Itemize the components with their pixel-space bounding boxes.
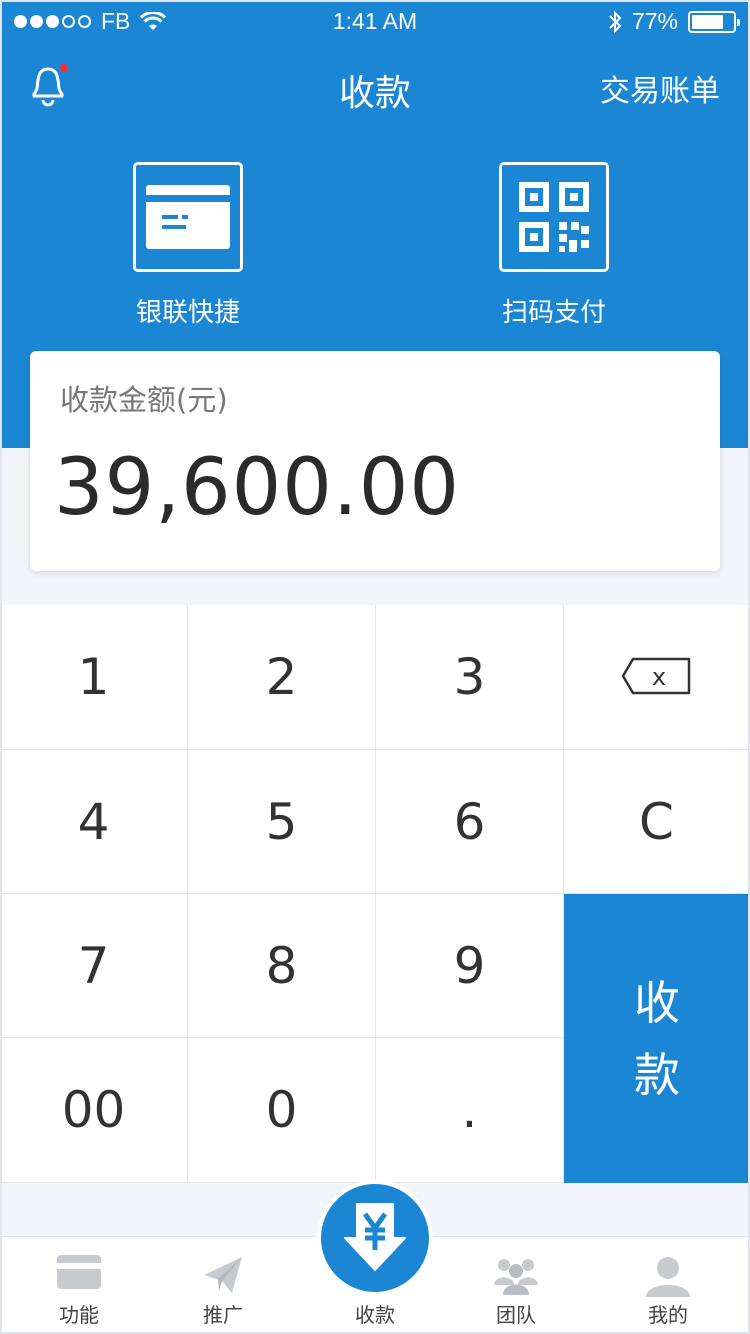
- backspace-icon: x: [621, 657, 690, 695]
- tab-label: 我的: [648, 1303, 688, 1327]
- unionpay-quick-label: 银联快捷: [135, 298, 240, 328]
- qr-code-icon: [499, 162, 609, 272]
- key-2[interactable]: 2: [188, 605, 376, 750]
- scan-pay-option[interactable]: 扫码支付: [454, 162, 654, 329]
- key-00[interactable]: 00: [0, 1038, 188, 1183]
- scan-pay-label: 扫码支付: [501, 298, 606, 328]
- unionpay-quick-option[interactable]: 银联快捷: [88, 162, 288, 329]
- key-0[interactable]: 0: [188, 1038, 376, 1183]
- amount-caption: 收款金额(元): [60, 383, 228, 417]
- card-icon: [57, 1255, 101, 1289]
- tab-label: 功能: [59, 1303, 99, 1327]
- key-6[interactable]: 6: [376, 750, 564, 894]
- user-icon: [646, 1257, 690, 1297]
- key-3[interactable]: 3: [376, 605, 564, 750]
- tab-label: 推广: [203, 1303, 243, 1327]
- team-icon: [494, 1259, 538, 1295]
- submit-label-line2: 款: [634, 1047, 680, 1102]
- card-icon: [133, 162, 243, 272]
- key-7[interactable]: 7: [0, 894, 188, 1038]
- tab-functions[interactable]: 功能: [4, 1237, 154, 1334]
- tab-promote[interactable]: 推广: [148, 1237, 298, 1334]
- key-1[interactable]: 1: [0, 605, 188, 750]
- paper-plane-icon: [204, 1257, 242, 1293]
- numeric-keypad: 1 2 3 x 4 5 6 C 7 8 9 00 0 . 收 款: [0, 605, 750, 1183]
- collect-submit-button[interactable]: 收 款: [564, 894, 750, 1183]
- transaction-bill-link[interactable]: 交易账单: [600, 66, 720, 110]
- yen-download-icon: [344, 1203, 406, 1271]
- key-8[interactable]: 8: [188, 894, 376, 1038]
- submit-label-line1: 收: [634, 975, 680, 1030]
- amount-value: 39,600.00: [54, 443, 460, 533]
- tab-label: 团队: [496, 1303, 536, 1327]
- tab-team[interactable]: 团队: [441, 1237, 591, 1334]
- key-decimal[interactable]: .: [376, 1038, 564, 1183]
- tab-mine[interactable]: 我的: [593, 1237, 743, 1334]
- key-5[interactable]: 5: [188, 750, 376, 894]
- status-bar: FB 1:41 AM 77%: [0, 0, 750, 42]
- key-4[interactable]: 4: [0, 750, 188, 894]
- collect-fab-button[interactable]: [321, 1184, 429, 1292]
- battery-percent: 77%: [631, 8, 678, 34]
- key-9[interactable]: 9: [376, 894, 564, 1038]
- clear-key[interactable]: C: [564, 750, 750, 894]
- bluetooth-icon: [609, 10, 622, 33]
- battery-icon: [688, 10, 740, 33]
- backspace-key[interactable]: x: [564, 605, 750, 750]
- nav-bar: 收款 交易账单: [0, 42, 750, 130]
- tab-label: 收款: [355, 1303, 395, 1327]
- svg-text:x: x: [651, 663, 665, 691]
- amount-card[interactable]: 收款金额(元) 39,600.00: [30, 351, 720, 571]
